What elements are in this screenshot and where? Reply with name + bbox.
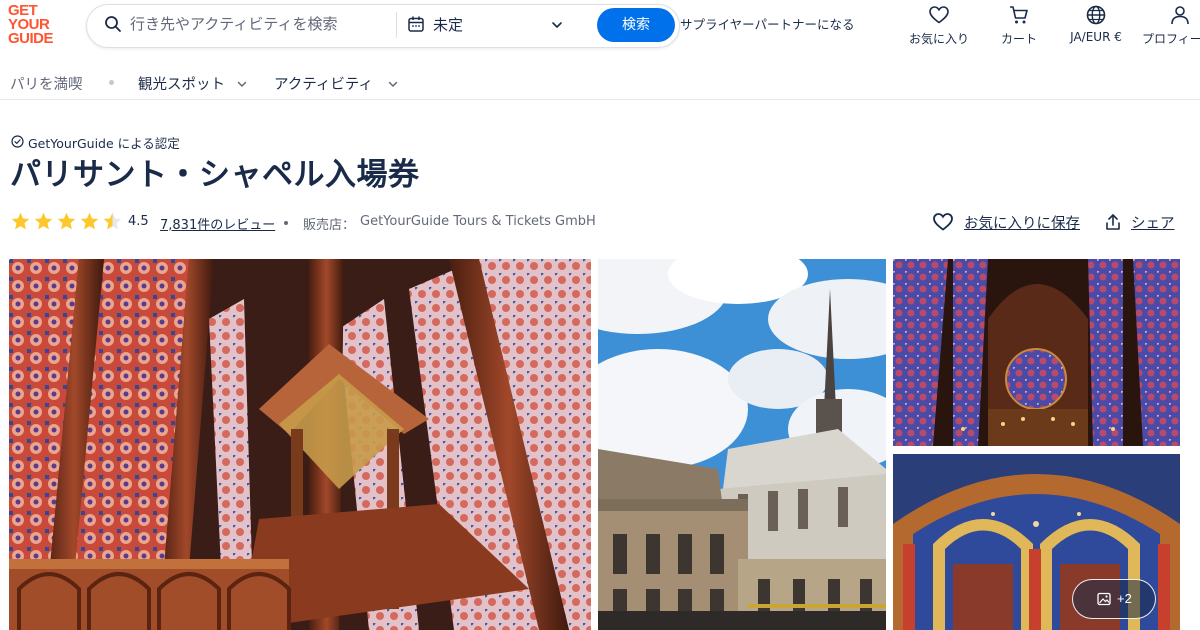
nav-profile[interactable]: プロフィー bbox=[1140, 4, 1200, 50]
star-icon bbox=[57, 212, 76, 230]
chevron-down-icon[interactable] bbox=[236, 78, 248, 90]
star-icon bbox=[11, 212, 30, 230]
search-input[interactable] bbox=[130, 12, 385, 36]
cart-icon bbox=[1010, 6, 1028, 24]
gallery-photo-exterior[interactable] bbox=[598, 259, 886, 630]
gallery-photo-rose-window[interactable] bbox=[893, 259, 1180, 446]
page-title: パリサント・シャペル入場券 bbox=[10, 157, 420, 193]
share-icon[interactable] bbox=[1104, 213, 1122, 231]
share-button[interactable]: シェア bbox=[1131, 212, 1175, 233]
logo[interactable]: GET YOUR GUIDE bbox=[8, 3, 68, 47]
calendar-icon[interactable] bbox=[407, 15, 425, 33]
chapel-exterior-image bbox=[598, 259, 886, 630]
subnav-separator bbox=[109, 80, 114, 85]
nav-profile-label: プロフィー bbox=[1142, 32, 1200, 46]
supplier-partner-link[interactable]: サプライヤーパートナーになる bbox=[680, 14, 855, 33]
subnav-item-sights[interactable]: 観光スポット bbox=[138, 73, 225, 94]
heart-icon[interactable] bbox=[932, 211, 954, 233]
subnav-divider bbox=[0, 99, 1200, 100]
rating-value: 4.5 bbox=[128, 214, 149, 229]
star-icon bbox=[34, 212, 53, 230]
nav-cart[interactable]: カート bbox=[996, 4, 1042, 50]
nav-wishlist[interactable]: お気に入り bbox=[906, 4, 972, 50]
date-picker-label[interactable]: 未定 bbox=[433, 14, 463, 35]
star-rating bbox=[10, 211, 123, 233]
reviews-link[interactable]: 7,831件のレビュー bbox=[160, 214, 275, 233]
seller-name: GetYourGuide Tours & Tickets GmbH bbox=[360, 214, 596, 229]
chevron-down-icon[interactable] bbox=[387, 78, 399, 90]
show-more-photos-button[interactable]: +2 bbox=[1072, 579, 1156, 619]
search-icon bbox=[105, 16, 121, 32]
search-divider bbox=[396, 12, 397, 38]
search-button[interactable]: 検索 bbox=[597, 8, 675, 42]
subnav-home-link[interactable]: パリを満喫 bbox=[10, 73, 83, 94]
nav-wishlist-label: お気に入り bbox=[908, 32, 969, 46]
heart-icon bbox=[929, 6, 949, 24]
meta-separator bbox=[284, 221, 288, 225]
star-half-icon bbox=[103, 212, 122, 230]
subnav-item-activities[interactable]: アクティビティ bbox=[274, 73, 373, 94]
seller-label: 販売店： bbox=[303, 218, 356, 233]
star-icon bbox=[80, 212, 99, 230]
logo-line: GUIDE bbox=[8, 30, 54, 47]
rose-window-image bbox=[893, 259, 1180, 446]
image-icon bbox=[1097, 592, 1111, 606]
nav-language-label: JA/EUR € bbox=[1070, 30, 1122, 44]
gallery-photo-main[interactable] bbox=[9, 259, 591, 630]
chevron-down-icon[interactable] bbox=[550, 18, 564, 32]
profile-icon bbox=[1171, 6, 1189, 25]
save-to-wishlist-button[interactable]: お気に入りに保存 bbox=[964, 212, 1080, 233]
nav-language-currency[interactable]: JA/EUR € bbox=[1064, 4, 1128, 50]
verified-check-icon bbox=[11, 135, 24, 148]
stained-glass-interior-image bbox=[9, 259, 591, 630]
globe-icon bbox=[1086, 5, 1106, 25]
more-photos-count: +2 bbox=[1117, 591, 1132, 606]
nav-cart-label: カート bbox=[1000, 32, 1037, 46]
